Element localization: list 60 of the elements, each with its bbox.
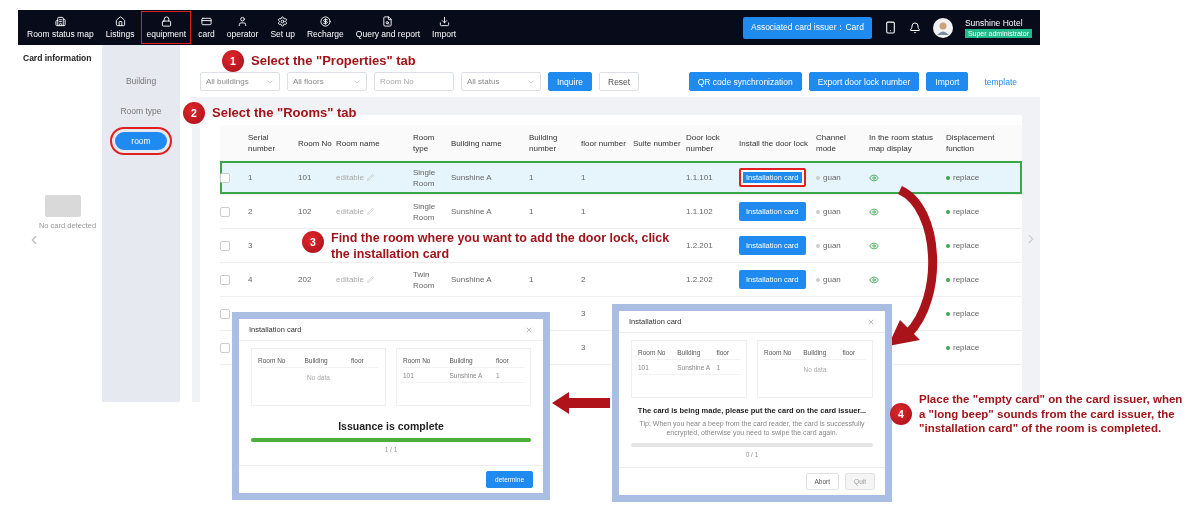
table-cell: editable [336, 274, 365, 285]
table-cell-text: 1.1.102 [686, 206, 714, 217]
step-number: 4 [890, 402, 912, 425]
table-cell-text: Single Room [413, 200, 437, 223]
table-cell-text: 1 [581, 206, 587, 217]
table-cell-text: guan [823, 274, 842, 285]
table-cell-text: replace [953, 274, 981, 285]
table-cell-text: 4 [248, 274, 254, 285]
table-cell-text: guan [823, 240, 842, 251]
table-cell-text: Sunshine A [451, 206, 493, 217]
table-cell-text: 1.1.101 [686, 172, 714, 183]
column-header: floor number [581, 137, 627, 149]
column-header: In the room status map display [869, 132, 935, 154]
table-cell-text: replace [953, 172, 981, 183]
table-cell-text: 3 [581, 342, 587, 353]
table-cell-text: 3 [581, 308, 587, 319]
table-cell-text: 2 [248, 206, 254, 217]
step-instruction: Select the "Properties" tab [251, 53, 417, 69]
step-instruction: Find the room where you want to add the door lock, click the installation card [331, 231, 671, 262]
table-cell-text: replace [953, 308, 981, 319]
column-header: Channel mode [816, 132, 847, 154]
table-cell-text: 101 [298, 172, 313, 183]
table-cell-text: 1.2.202 [686, 274, 714, 285]
table-cell-text: 1.2.201 [686, 240, 714, 251]
table-cell-text: Sunshine A [451, 172, 493, 183]
table-cell-text: 1 [248, 172, 254, 183]
table-cell-text: replace [953, 240, 981, 251]
status-text: Issuance is complete [337, 420, 445, 432]
table-cell-text: guan [823, 206, 842, 217]
panel-title: Card information [23, 53, 93, 63]
table-cell-text: guan [823, 172, 842, 183]
column-header: Building number [529, 132, 559, 154]
table-cell-text: 1 [529, 172, 535, 183]
table-cell-text: 202 [298, 274, 313, 285]
table-cell: editable [336, 206, 365, 217]
table-cell-text: Twin Room [413, 268, 436, 291]
column-header: Room name [336, 137, 381, 149]
table-cell-text: replace [953, 206, 981, 217]
table-cell-text: 1 [581, 172, 587, 183]
table-cell-text: Sunshine A [451, 274, 493, 285]
step-instruction: Select the "Rooms" tab [212, 105, 358, 121]
column-header: Suite number [633, 137, 682, 149]
column-header: Displacement function [946, 132, 996, 154]
table-cell-text: 2 [581, 274, 587, 285]
user-name: Sunshine Hotel [964, 17, 1023, 28]
column-header: Door lock number [686, 132, 721, 154]
table-cell: editable [336, 172, 365, 183]
column-header: Building name [451, 137, 503, 149]
column-header: Room type [413, 132, 436, 154]
table-cell-text: 3 [248, 240, 254, 251]
column-header: Room No [298, 137, 333, 149]
column-header: Install the door lock [739, 137, 809, 149]
table-cell-text: Single Room [413, 166, 437, 189]
step-number: 2 [183, 102, 205, 124]
table-cell-text: 1 [529, 274, 535, 285]
table-cell-text: 102 [298, 206, 313, 217]
step-instruction: Place the "empty card" on the card issuer, when a "long beep" sounds from the card issuer, the "installation card" of the room is completed. [919, 392, 1184, 436]
table-cell-text: replace [953, 342, 981, 353]
table-cell-text: 1 [529, 206, 535, 217]
column-header: Serial number [248, 132, 277, 154]
